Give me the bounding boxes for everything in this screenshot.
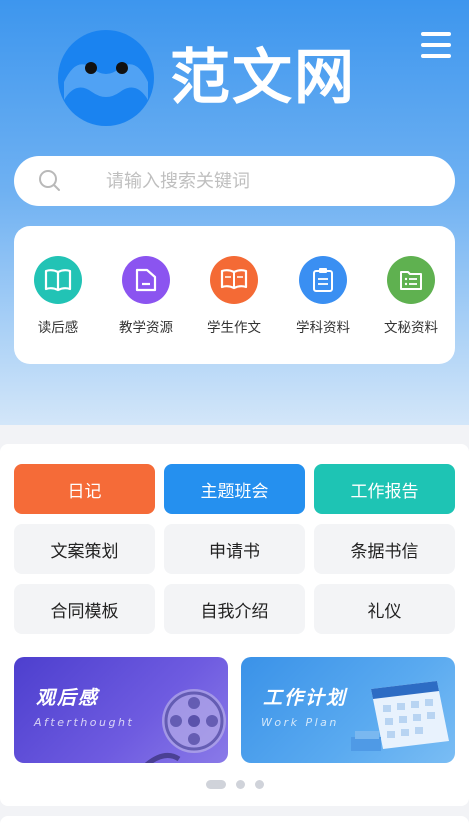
- quick-link-zhuti-banhui[interactable]: 主题班会: [164, 464, 305, 514]
- carousel-dot[interactable]: [254, 780, 264, 789]
- category-label: 教学资源: [119, 320, 173, 336]
- category-item-jiaoxue[interactable]: 教学资源: [102, 256, 190, 336]
- quick-link-liyi[interactable]: 礼仪: [314, 584, 455, 634]
- hero-header: 范文网 读后感 教学资源 学生作文: [0, 0, 469, 425]
- search-input[interactable]: [14, 156, 455, 206]
- category-label: 读后感: [37, 320, 79, 336]
- next-section: [0, 816, 469, 834]
- quick-link-riji[interactable]: 日记: [14, 464, 155, 514]
- banner-guanhougan[interactable]: 观后感 Afterthought: [14, 657, 228, 763]
- search-bar[interactable]: [14, 156, 455, 206]
- banner-title: 观后感: [36, 687, 100, 709]
- book-icon: [210, 256, 258, 304]
- category-item-wenmi[interactable]: 文秘资料: [367, 256, 455, 336]
- folder-icon: [122, 256, 170, 304]
- document-list-icon: [387, 256, 435, 304]
- category-item-xueke[interactable]: 学科资料: [279, 256, 367, 336]
- site-logo[interactable]: 范文网: [58, 30, 356, 126]
- logo-mark-icon: [58, 30, 154, 126]
- banner-subtitle: Work Plan: [261, 716, 339, 729]
- banner-gongzuo-jihua[interactable]: 工作计划 Work Plan: [241, 657, 455, 763]
- quick-link-tiaoju-shuxin[interactable]: 条据书信: [314, 524, 455, 574]
- film-reel-icon: [144, 689, 226, 763]
- banner-title: 工作计划: [263, 687, 348, 709]
- quick-link-ziwo-jieshao[interactable]: 自我介绍: [164, 584, 305, 634]
- quick-links-panel: 日记 主题班会 工作报告 文案策划 申请书 条据书信 合同模板 自我介绍 礼仪 …: [0, 444, 469, 806]
- hamburger-menu-icon[interactable]: [421, 32, 451, 58]
- banner-subtitle: Afterthought: [34, 716, 135, 729]
- carousel-dot[interactable]: [235, 780, 245, 789]
- logo-text: 范文网: [170, 43, 356, 113]
- category-label: 学科资料: [296, 320, 350, 336]
- open-book-icon: [34, 256, 82, 304]
- category-label: 文秘资料: [384, 320, 438, 336]
- quick-link-wenan-cehua[interactable]: 文案策划: [14, 524, 155, 574]
- quick-link-hetong-muban[interactable]: 合同模板: [14, 584, 155, 634]
- quick-link-gongzuo-baogao[interactable]: 工作报告: [314, 464, 455, 514]
- quick-link-shenqingshu[interactable]: 申请书: [164, 524, 305, 574]
- calendar-icon: [351, 681, 449, 751]
- carousel-dot-active[interactable]: [205, 780, 226, 789]
- category-item-duhougan[interactable]: 读后感: [14, 256, 102, 336]
- search-icon: [39, 170, 60, 191]
- carousel-indicator: [0, 780, 469, 789]
- clipboard-icon: [299, 256, 347, 304]
- category-item-zuowen[interactable]: 学生作文: [190, 256, 278, 336]
- category-label: 学生作文: [207, 320, 261, 336]
- category-card: 读后感 教学资源 学生作文 学科资料 文秘资料: [14, 226, 455, 364]
